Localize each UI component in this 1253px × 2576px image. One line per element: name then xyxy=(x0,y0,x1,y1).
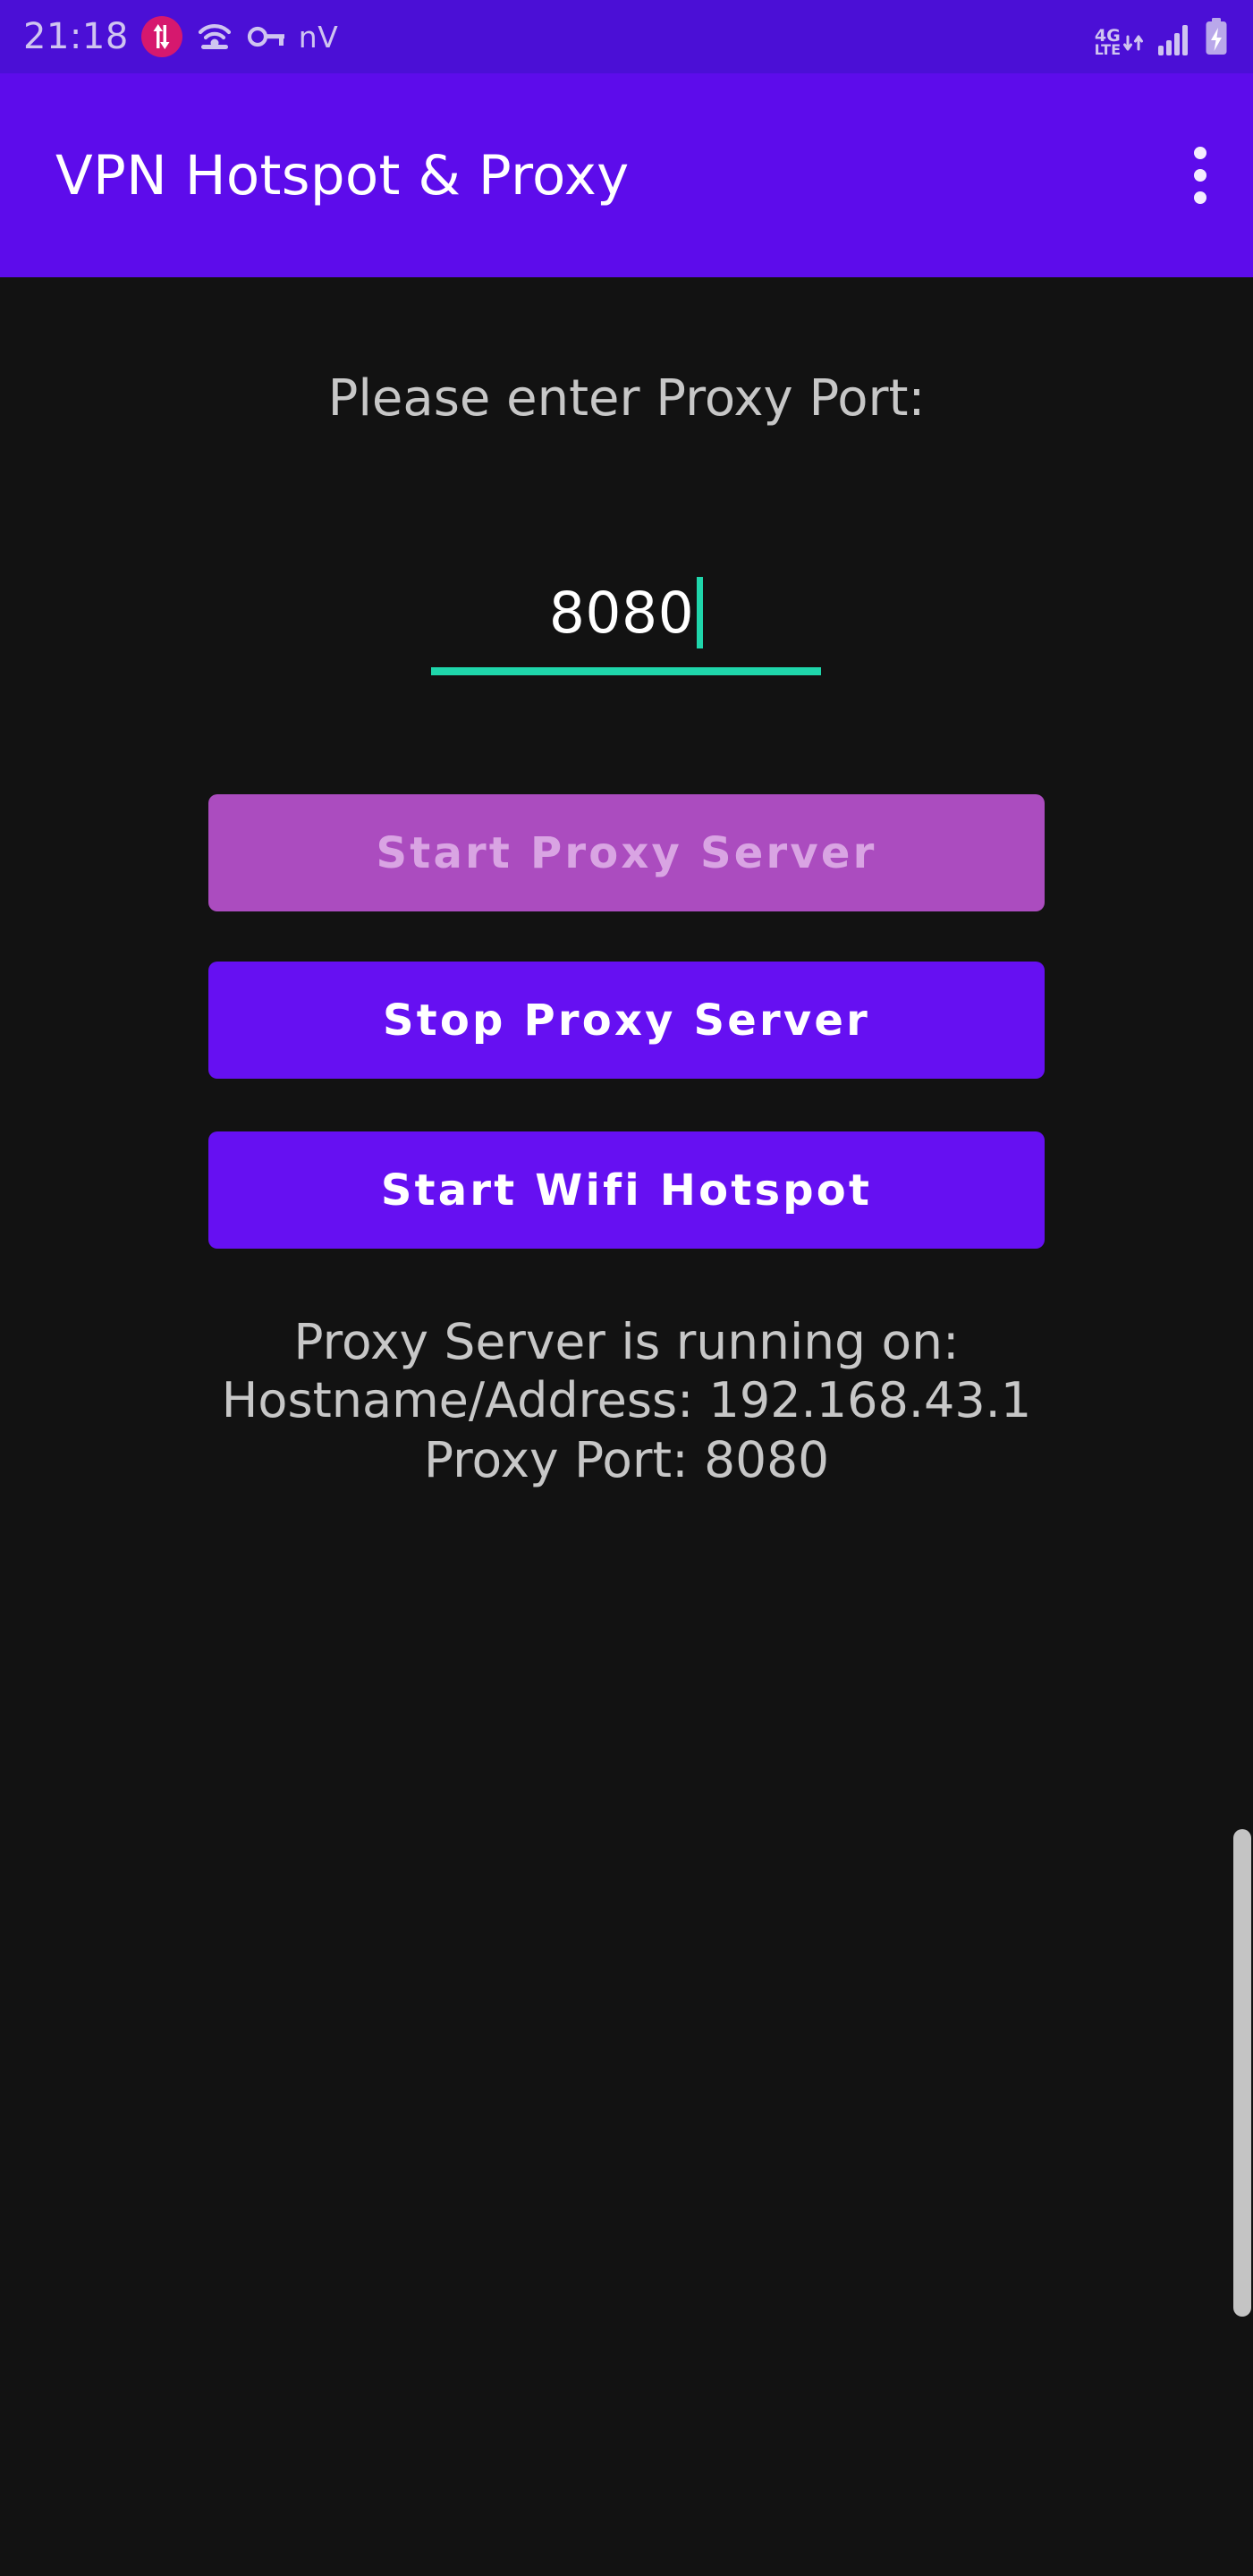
battery-charging-icon xyxy=(1203,17,1230,56)
main-content: Please enter Proxy Port: 8080 Start Prox… xyxy=(0,277,1253,2576)
start-wifi-hotspot-label: Start Wifi Hotspot xyxy=(380,1165,873,1216)
signal-bars-icon xyxy=(1156,21,1192,56)
proxy-port-input[interactable]: 8080 xyxy=(431,537,821,675)
proxy-port-input-row: 8080 xyxy=(431,577,821,648)
prompt-label: Please enter Proxy Port: xyxy=(327,369,926,428)
start-wifi-hotspot-button[interactable]: Start Wifi Hotspot xyxy=(208,1131,1045,1249)
status-line-running: Proxy Server is running on: xyxy=(293,1313,960,1370)
vpn-key-icon xyxy=(247,23,286,50)
overflow-menu-icon[interactable] xyxy=(1180,129,1221,222)
status-line-hostname: Hostname/Address: 192.168.43.1 xyxy=(221,1372,1032,1428)
stop-proxy-server-label: Stop Proxy Server xyxy=(382,995,871,1046)
page-title: VPN Hotspot & Proxy xyxy=(55,143,630,208)
status-line-port: Proxy Port: 8080 xyxy=(423,1431,830,1488)
status-bar: 21:18 nV 4G LTE xyxy=(0,0,1253,73)
overflow-dot xyxy=(1194,147,1206,159)
text-caret xyxy=(697,577,704,648)
proxy-port-value: 8080 xyxy=(548,580,695,646)
start-proxy-server-label: Start Proxy Server xyxy=(376,827,877,878)
status-bar-left: 21:18 nV xyxy=(23,16,338,57)
wifi-tethering-icon xyxy=(195,18,234,55)
vertical-scrollbar[interactable] xyxy=(1233,277,1253,2576)
stop-proxy-server-button[interactable]: Stop Proxy Server xyxy=(208,962,1045,1079)
network-sub-label: LTE xyxy=(1094,40,1121,58)
overflow-dot xyxy=(1194,191,1206,204)
status-bar-clock: 21:18 xyxy=(23,16,129,57)
network-type-icon: 4G LTE xyxy=(1094,28,1146,58)
overflow-dot xyxy=(1194,169,1206,182)
status-bar-right: 4G LTE xyxy=(1095,17,1230,56)
scrollbar-thumb[interactable] xyxy=(1233,1829,1251,2317)
input-underline xyxy=(431,667,821,675)
data-transfer-icon xyxy=(140,16,182,57)
status-bar-nv-label: nV xyxy=(298,19,339,55)
start-proxy-server-button[interactable]: Start Proxy Server xyxy=(208,794,1045,911)
app-bar: VPN Hotspot & Proxy xyxy=(0,73,1253,277)
app-root: 21:18 nV 4G LTE VPN Hotspot & Proxy Plea… xyxy=(0,0,1253,2576)
